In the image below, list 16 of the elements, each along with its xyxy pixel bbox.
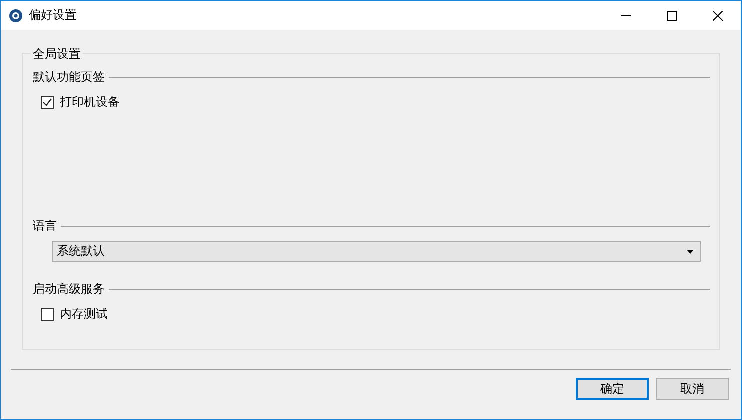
checkbox[interactable] bbox=[41, 96, 54, 108]
section-title: 默认功能页签 bbox=[33, 68, 105, 86]
checkbox-label: 内存测试 bbox=[60, 306, 108, 322]
language-dropdown[interactable]: 系统默认 bbox=[52, 241, 701, 262]
dropdown-arrow-icon bbox=[687, 250, 694, 254]
window-title: 偏好设置 bbox=[29, 7, 77, 24]
ok-button[interactable]: 确定 bbox=[576, 378, 649, 400]
group-title: 全局设置 bbox=[31, 46, 83, 62]
checkbox-label: 打印机设备 bbox=[60, 94, 120, 110]
close-icon bbox=[713, 10, 723, 20]
maximize-icon bbox=[667, 10, 677, 20]
cancel-button[interactable]: 取消 bbox=[656, 378, 729, 400]
checkbox[interactable] bbox=[41, 308, 54, 320]
section-title: 启动高级服务 bbox=[33, 280, 105, 298]
app-icon bbox=[9, 8, 23, 22]
section-title: 语言 bbox=[33, 218, 57, 234]
